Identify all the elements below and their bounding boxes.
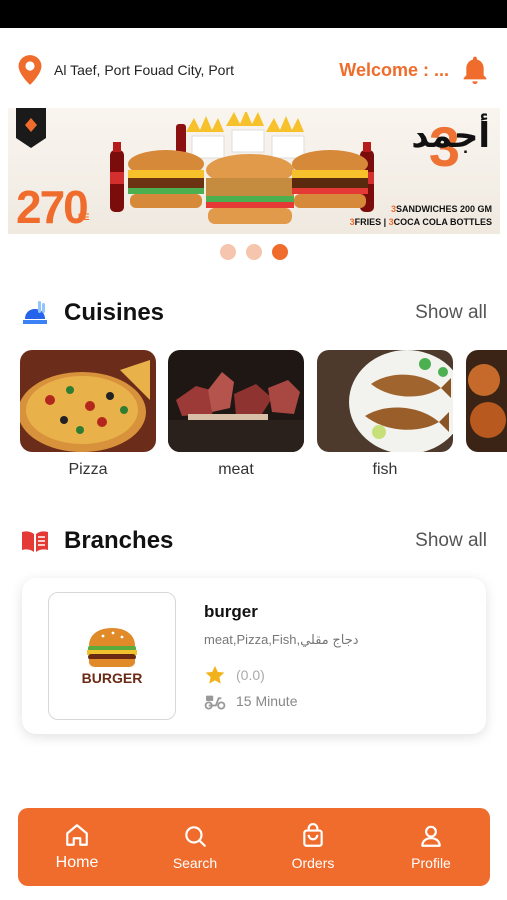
top-bar: Al Taef, Port Fouad City, Port Welcome :… <box>16 50 491 90</box>
banner-line1-text: SANDWICHES 200 GM <box>395 204 492 214</box>
banner-line-fries-cola: 3FRIES | 3COCA COLA BOTTLES <box>350 217 492 227</box>
cuisine-label: meat <box>218 461 254 478</box>
bag-icon <box>303 823 323 847</box>
status-bar <box>0 0 507 28</box>
cuisines-show-all-link[interactable]: Show all <box>415 302 487 324</box>
branches-header: Branches Show all <box>20 523 487 559</box>
banner-line2-text1: FRIES | <box>354 217 389 227</box>
carousel-dot[interactable] <box>219 244 236 260</box>
location-pin-icon[interactable] <box>16 54 44 86</box>
branch-delivery-time: 15 Minute <box>204 692 297 710</box>
nav-orders-label: Orders <box>291 855 335 871</box>
food-image <box>466 350 507 452</box>
burger-logo-icon <box>87 628 137 667</box>
delivery-scooter-icon <box>204 695 226 710</box>
nav-orders[interactable]: Orders <box>254 808 372 886</box>
rating-value: (0.0) <box>236 667 265 683</box>
fish-image <box>317 350 465 454</box>
branch-rating: (0.0) <box>204 664 265 686</box>
cuisine-label: fish <box>372 461 398 478</box>
branches-title: Branches <box>64 527 174 554</box>
branch-tags: meat,Pizza,Fish,دجاج مقلي <box>204 632 359 647</box>
delivery-time-value: 15 Minute <box>236 693 298 709</box>
nav-home-label: Home <box>55 854 99 871</box>
banner-price: 270 <box>16 181 89 233</box>
meat-image <box>168 350 304 452</box>
welcome-text: Welcome : ... <box>339 59 449 80</box>
star-icon <box>205 665 225 684</box>
user-icon <box>421 825 441 847</box>
branch-logo: BURGER <box>48 592 176 720</box>
cuisine-card-partial[interactable] <box>466 350 507 457</box>
menu-book-icon <box>22 531 48 552</box>
carousel-indicator <box>0 244 507 260</box>
home-icon <box>66 824 88 846</box>
carousel-dot-active[interactable] <box>271 244 288 260</box>
branch-card[interactable]: BURGER burger meat,Pizza,Fish,دجاج مقلي … <box>22 578 486 734</box>
banner-line-sandwiches: 3SANDWICHES 200 GM <box>391 204 492 214</box>
bottom-navigation: Home Search Orders Profile <box>18 808 490 886</box>
nav-home[interactable]: Home <box>18 808 136 886</box>
banner-line2-text2: COCA COLA BOTTLES <box>393 217 492 227</box>
promo-banner[interactable]: 270 LE 3 أجمد 3SANDWICHES 200 GM 3FRIES … <box>8 108 500 234</box>
branch-logo-text: BURGER <box>81 670 143 686</box>
banner-currency: LE <box>78 212 90 222</box>
nav-search-label: Search <box>172 855 218 871</box>
nav-profile[interactable]: Profile <box>372 808 490 886</box>
search-icon <box>185 826 206 847</box>
pizza-image <box>20 350 156 452</box>
bell-icon[interactable] <box>459 54 491 86</box>
cuisine-card-pizza[interactable]: Pizza <box>20 350 156 479</box>
branch-name: burger <box>204 602 258 621</box>
cuisine-card-fish[interactable]: fish <box>317 350 465 479</box>
nav-search[interactable]: Search <box>136 808 254 886</box>
location-text[interactable]: Al Taef, Port Fouad City, Port <box>54 62 339 78</box>
carousel-dot[interactable] <box>245 244 262 260</box>
burger-combo-image <box>110 112 374 224</box>
cuisines-list: Pizza meat fish <box>20 350 507 480</box>
banner-arabic-title: أجمد <box>411 117 490 155</box>
nav-profile-label: Profile <box>411 855 451 871</box>
cuisine-label: Pizza <box>68 461 108 478</box>
cuisine-card-meat[interactable]: meat <box>168 350 304 479</box>
cuisines-title: Cuisines <box>64 299 165 326</box>
brand-logo-icon <box>16 108 46 148</box>
cuisine-icon <box>23 301 47 324</box>
cuisines-header: Cuisines Show all <box>20 295 487 331</box>
branches-show-all-link[interactable]: Show all <box>415 530 487 552</box>
